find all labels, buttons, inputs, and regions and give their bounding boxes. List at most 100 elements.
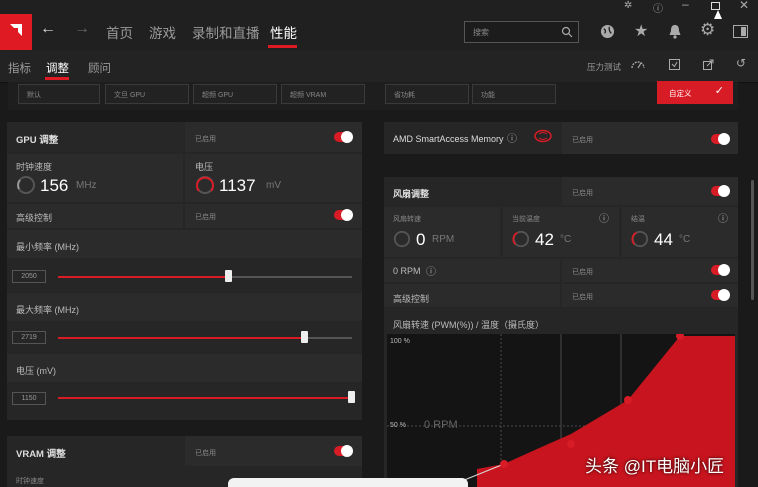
fan-hotspot-gauge-icon — [631, 230, 649, 248]
fan-tuning-toggle[interactable] — [711, 185, 730, 197]
fan-advanced-toggle[interactable] — [711, 289, 730, 301]
reset-icon[interactable]: ↺ — [736, 56, 746, 70]
fan-tuning-title: 风扇调整 — [393, 189, 430, 199]
preset-feature[interactable]: 功能 — [472, 84, 556, 104]
fan-curve-y-top: 100 % — [390, 338, 410, 345]
globe-icon[interactable] — [600, 24, 615, 39]
nav-active-underline — [268, 45, 297, 48]
gpu-voltage-gauge-icon — [196, 176, 214, 194]
export-profile-icon[interactable] — [703, 59, 714, 70]
fan-advanced-status: 已启用 — [572, 294, 593, 301]
zero-rpm-status: 已启用 — [572, 269, 593, 276]
preset-custom-button[interactable]: 自定义 ✓ — [657, 81, 733, 104]
fan-temp-help-icon[interactable]: ⓘ — [599, 210, 609, 225]
star-icon[interactable]: ★ — [634, 21, 648, 41]
maximize-icon[interactable] — [711, 2, 720, 10]
vram-clock-label: 时钟速度 — [16, 478, 44, 485]
fan-speed-gauge-icon — [393, 230, 411, 248]
amd-logo[interactable] — [0, 14, 32, 50]
gear-icon[interactable]: ⚙ — [700, 20, 715, 40]
min-freq-fill — [58, 276, 229, 278]
nav-home[interactable]: 首页 — [106, 22, 133, 42]
voltage-slider-fill — [58, 397, 352, 399]
sam-toggle[interactable] — [711, 133, 730, 145]
nav-record-stream[interactable]: 录制和直播 — [192, 22, 260, 42]
fan-curve-point[interactable] — [500, 460, 508, 468]
nav-games[interactable]: 游戏 — [149, 22, 176, 42]
fan-curve-point[interactable] — [624, 396, 632, 404]
gpu-advanced-label: 高级控制 — [16, 213, 53, 223]
max-freq-input[interactable]: 2719 — [12, 331, 46, 344]
vram-tuning-title: VRAM 调整 — [16, 449, 66, 460]
subtab-advisor[interactable]: 顾问 — [88, 60, 111, 76]
gpu-voltage-value: 1137 — [219, 176, 256, 195]
gpu-clock-value: 156 — [40, 176, 69, 195]
fan-curve-title: 风扇转速 (PWM(%)) / 温度（摄氏度） — [393, 320, 544, 330]
fan-speed-unit: RPM — [432, 234, 455, 245]
max-freq-label: 最大频率 (MHz) — [16, 305, 79, 315]
gpu-clock-label: 时钟速度 — [16, 162, 53, 172]
fan-curve-point[interactable] — [567, 440, 575, 448]
sam-status: 已启用 — [572, 137, 593, 144]
sam-help-icon[interactable]: ⓘ — [507, 130, 517, 145]
zero-rpm-toggle[interactable] — [711, 264, 730, 276]
mouse-cursor-icon — [714, 10, 722, 19]
subtab-metrics[interactable]: 指标 — [8, 60, 31, 76]
gpu-advanced-toggle[interactable] — [334, 209, 353, 221]
vram-tuning-toggle[interactable] — [334, 445, 353, 457]
preset-overclock-gpu[interactable]: 超频 GPU — [193, 84, 277, 104]
gpu-clock-unit: MHz — [76, 180, 97, 191]
stress-test-label[interactable]: 压力测试 — [587, 61, 621, 73]
max-freq-fill — [58, 337, 305, 339]
sidebar-panel-icon[interactable] — [733, 25, 748, 38]
fan-temp-gauge-icon — [512, 230, 530, 248]
subtab-tuning[interactable]: 调整 — [46, 60, 69, 76]
zero-rpm-help-icon[interactable]: ⓘ — [426, 263, 436, 278]
checkmark-icon: ✓ — [714, 85, 724, 97]
preset-overclock-vram[interactable]: 超频 VRAM — [281, 84, 365, 104]
search-box[interactable]: 搜索 — [464, 21, 579, 43]
scrollbar-thumb[interactable] — [751, 180, 754, 300]
watermark-text: 头条 @IT电脑小匠 — [585, 457, 725, 476]
close-icon[interactable]: ✕ — [739, 0, 749, 12]
fan-tuning-status: 已启用 — [572, 190, 593, 197]
voltage-slider-label: 电压 (mV) — [16, 366, 56, 376]
bug-report-icon[interactable]: ✲ — [624, 0, 632, 11]
min-freq-label: 最小频率 (MHz) — [16, 242, 79, 252]
preset-power-save[interactable]: 省功耗 — [385, 84, 469, 104]
preset-default[interactable]: 默认 — [18, 84, 100, 104]
fan-hotspot-unit: °C — [679, 234, 691, 245]
fan-speed-label: 风扇转速 — [393, 216, 421, 223]
nav-performance[interactable]: 性能 — [270, 22, 297, 42]
fan-speed-value: 0 — [416, 230, 426, 249]
voltage-slider-thumb[interactable] — [348, 391, 355, 403]
help-icon[interactable]: ⓘ — [653, 0, 663, 15]
voltage-slider-input[interactable]: 1150 — [12, 392, 46, 405]
sam-title: AMD SmartAccess Memory — [393, 134, 504, 144]
gauge-icon[interactable] — [631, 59, 645, 69]
subtab-active-underline — [45, 77, 69, 80]
sam-brain-icon — [534, 129, 552, 143]
fan-hotspot-value: 44 — [654, 230, 673, 249]
bottom-glare — [228, 478, 468, 487]
bell-icon[interactable] — [668, 24, 682, 39]
fan-temp-value: 42 — [535, 230, 554, 249]
preset-quiet-gpu[interactable]: 文旦 GPU — [105, 84, 189, 104]
search-icon[interactable] — [561, 26, 573, 38]
min-freq-thumb[interactable] — [224, 270, 232, 282]
min-freq-input[interactable]: 2050 — [12, 270, 46, 283]
import-profile-icon[interactable] — [669, 59, 680, 70]
back-arrow-icon[interactable]: ← — [40, 20, 56, 38]
minimize-icon[interactable]: – — [682, 0, 689, 11]
forward-arrow-icon[interactable]: → — [74, 20, 90, 38]
gpu-tuning-toggle[interactable] — [334, 131, 353, 143]
vram-tuning-status: 已启用 — [195, 450, 216, 457]
max-freq-thumb[interactable] — [300, 331, 308, 343]
fan-curve-overlay-rpm: 0 RPM — [424, 419, 458, 431]
fan-advanced-label: 高级控制 — [393, 294, 430, 304]
fan-curve-y-mid: 50 % — [390, 422, 406, 429]
voltage-slider-header — [7, 354, 362, 382]
gpu-tuning-status: 已启用 — [195, 136, 216, 143]
fan-hotspot-help-icon[interactable]: ⓘ — [718, 210, 728, 225]
gpu-voltage-unit: mV — [266, 180, 281, 191]
